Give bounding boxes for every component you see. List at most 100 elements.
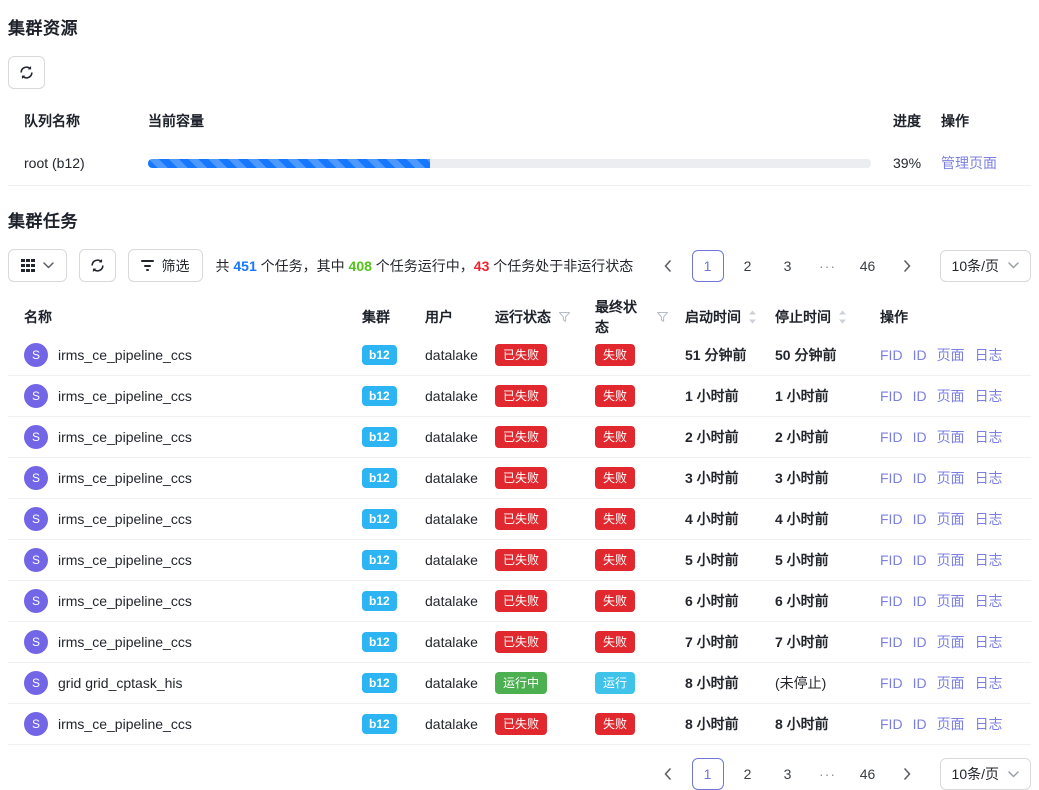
grid-icon [21,259,35,273]
log-link[interactable]: 日志 [975,591,1003,611]
page-link[interactable]: 页面 [937,550,965,570]
page-link[interactable]: 页面 [937,427,965,447]
row-actions: FID ID 页面日志 [864,509,1031,529]
stop-time: 8 小时前 [759,714,864,734]
page-link[interactable]: 页面 [937,632,965,652]
log-link[interactable]: 日志 [975,345,1003,365]
filter-funnel-icon[interactable] [558,311,571,323]
chevron-down-icon [43,262,54,269]
run-status-badge: 已失败 [495,385,547,407]
final-status-badge: 失败 [595,713,635,735]
fid-link[interactable]: FID [880,675,903,691]
page-link[interactable]: 页面 [937,468,965,488]
final-status-badge: 失败 [595,385,635,407]
pagination-page-2[interactable]: 2 [732,250,764,282]
refresh-icon [90,258,105,273]
fid-link[interactable]: FID [880,388,903,404]
user-name: datalake [409,552,479,568]
pagination-page-1[interactable]: 1 [692,758,724,790]
task-name: irms_ce_pipeline_ccs [58,634,192,650]
user-name: datalake [409,347,479,363]
id-link[interactable]: ID [913,552,927,568]
fid-link[interactable]: FID [880,347,903,363]
id-link[interactable]: ID [913,388,927,404]
manage-page-link[interactable]: 管理页面 [941,155,997,171]
fid-link[interactable]: FID [880,716,903,732]
fid-link[interactable]: FID [880,470,903,486]
column-header-action: 操作 [925,111,1031,131]
resources-refresh-button[interactable] [8,56,45,89]
pagination-page-3[interactable]: 3 [772,758,804,790]
pagination-page-2[interactable]: 2 [732,758,764,790]
row-actions: FID ID 页面日志 [864,632,1031,652]
start-time: 51 分钟前 [669,345,759,365]
table-row: S irms_ce_pipeline_ccs b12 datalake 已失败 … [8,458,1031,499]
user-name: datalake [409,675,479,691]
pagination-page-1[interactable]: 1 [692,250,724,282]
pagination-page-3[interactable]: 3 [772,250,804,282]
filter-funnel-icon[interactable] [656,311,669,323]
id-link[interactable]: ID [913,347,927,363]
log-link[interactable]: 日志 [975,550,1003,570]
filter-button[interactable]: 筛选 [128,249,203,282]
id-link[interactable]: ID [913,634,927,650]
start-time: 2 小时前 [669,427,759,447]
cluster-tag: b12 [362,550,397,570]
id-link[interactable]: ID [913,429,927,445]
summary-text: 共 [216,258,234,274]
task-name: irms_ce_pipeline_ccs [58,716,192,732]
page-link[interactable]: 页面 [937,591,965,611]
table-row: S irms_ce_pipeline_ccs b12 datalake 已失败 … [8,417,1031,458]
table-row: S irms_ce_pipeline_ccs b12 datalake 已失败 … [8,540,1031,581]
chevron-down-icon [1008,771,1019,778]
stop-time: 1 小时前 [759,386,864,406]
chevron-right-icon [903,260,912,272]
log-link[interactable]: 日志 [975,632,1003,652]
page-link[interactable]: 页面 [937,673,965,693]
pagination-page-46[interactable]: 46 [852,250,884,282]
cluster-dashboard: 集群资源 队列名称 当前容量 进度 操作 root (b12) [0,0,1039,790]
layout-switcher-button[interactable] [8,249,67,282]
page-link[interactable]: 页面 [937,345,965,365]
log-link[interactable]: 日志 [975,509,1003,529]
column-header-label: 运行状态 [495,307,551,327]
id-link[interactable]: ID [913,716,927,732]
sorter-icon[interactable] [748,310,757,324]
user-name: datalake [409,388,479,404]
progress-percent: 39% [877,155,925,171]
tasks-table: 名称集群用户运行状态最终状态启动时间停止时间操作 S irms_ce_pipel… [8,297,1031,745]
page-link[interactable]: 页面 [937,714,965,734]
fid-link[interactable]: FID [880,511,903,527]
id-link[interactable]: ID [913,511,927,527]
pagination-page-46[interactable]: 46 [852,758,884,790]
user-name: datalake [409,429,479,445]
pagination-next-button[interactable] [892,250,924,282]
tasks-refresh-button[interactable] [79,249,116,282]
fid-link[interactable]: FID [880,634,903,650]
id-link[interactable]: ID [913,675,927,691]
log-link[interactable]: 日志 [975,386,1003,406]
final-status-badge: 失败 [595,590,635,612]
run-status-badge: 已失败 [495,467,547,489]
id-link[interactable]: ID [913,593,927,609]
log-link[interactable]: 日志 [975,427,1003,447]
table-row: S irms_ce_pipeline_ccs b12 datalake 已失败 … [8,622,1031,663]
fid-link[interactable]: FID [880,593,903,609]
sorter-icon[interactable] [838,310,847,324]
queue-name: root (b12) [8,155,132,171]
filter-icon [141,260,154,271]
fid-link[interactable]: FID [880,429,903,445]
log-link[interactable]: 日志 [975,714,1003,734]
page-size-select[interactable]: 10条/页 [940,250,1031,282]
cluster-tag: b12 [362,714,397,734]
page-link[interactable]: 页面 [937,509,965,529]
table-row: S irms_ce_pipeline_ccs b12 datalake 已失败 … [8,376,1031,417]
fid-link[interactable]: FID [880,552,903,568]
page-size-select[interactable]: 10条/页 [940,758,1031,790]
page-link[interactable]: 页面 [937,386,965,406]
pagination-next-button[interactable] [892,758,924,790]
run-status-badge: 已失败 [495,344,547,366]
log-link[interactable]: 日志 [975,468,1003,488]
log-link[interactable]: 日志 [975,673,1003,693]
id-link[interactable]: ID [913,470,927,486]
